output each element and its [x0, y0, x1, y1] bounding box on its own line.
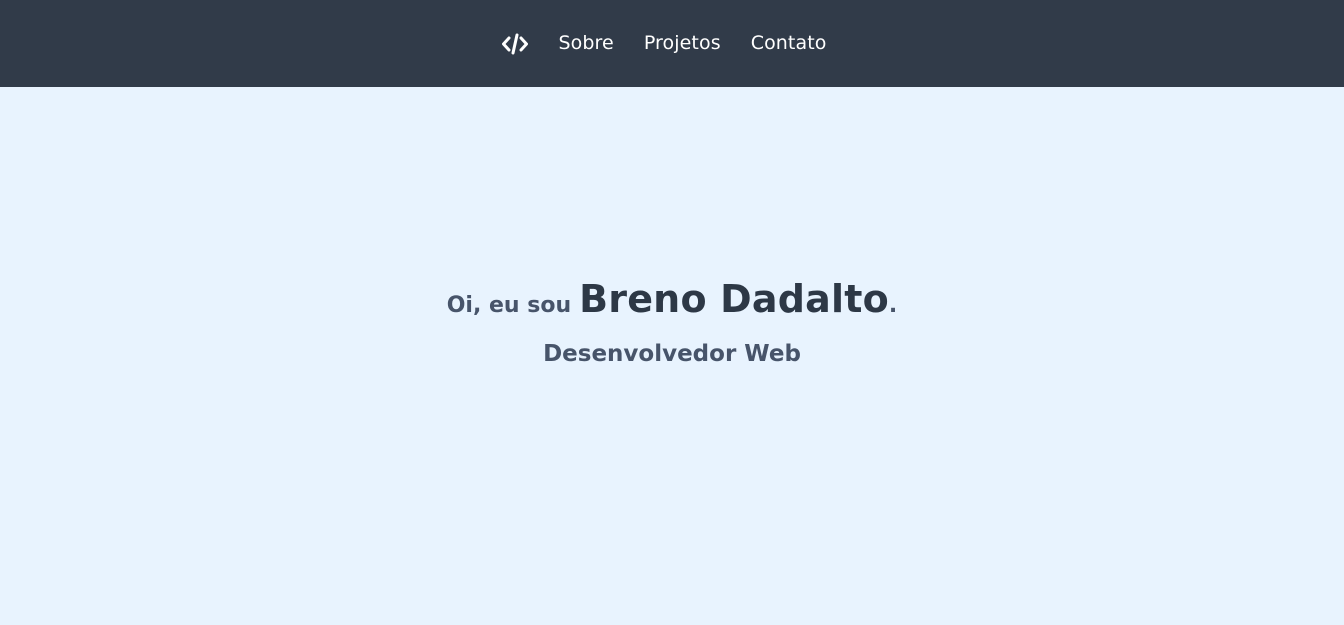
nav-link-contato[interactable]: Contato [751, 34, 827, 53]
nav-menu: Sobre Projetos Contato [0, 0, 1344, 87]
nav-link-projetos[interactable]: Projetos [644, 34, 721, 53]
hero-section: Oi, eu sou Breno Dadalto . Desenvolvedor… [0, 87, 1344, 625]
hero-greeting: Oi, eu sou [446, 293, 572, 318]
hero-period: . [888, 293, 898, 318]
hero-subtitle: Desenvolvedor Web [543, 341, 801, 367]
nav-link-sobre[interactable]: Sobre [558, 34, 613, 53]
navbar: Sobre Projetos Contato [0, 0, 1344, 87]
hero-title: Oi, eu sou Breno Dadalto . [447, 277, 898, 321]
hero-name: Breno Dadalto [579, 277, 889, 321]
code-brackets-icon[interactable] [502, 31, 529, 57]
